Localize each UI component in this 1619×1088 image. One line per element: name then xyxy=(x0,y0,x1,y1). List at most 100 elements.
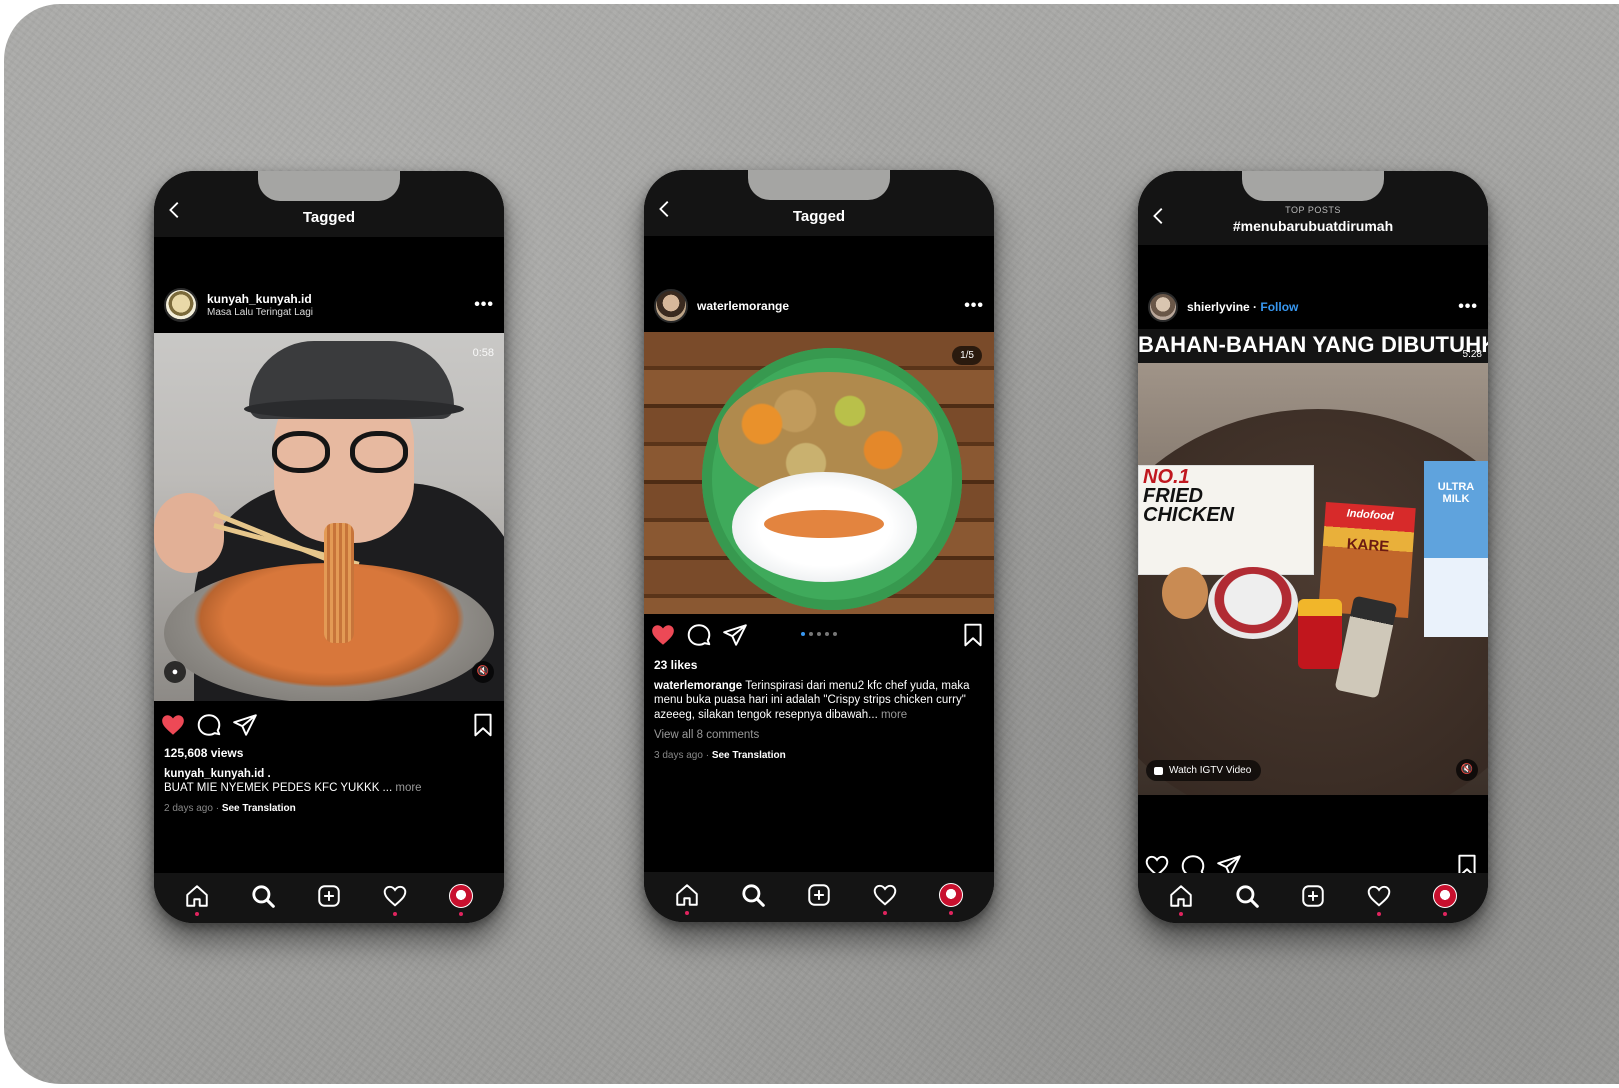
carousel-dot-active xyxy=(801,632,805,636)
video-hand xyxy=(154,493,224,573)
comment-icon[interactable] xyxy=(686,622,712,648)
igtv-icon xyxy=(1154,766,1163,775)
carousel-indicator xyxy=(801,632,837,636)
post-video[interactable]: 0:58 ● 🔇 xyxy=(154,333,504,701)
avatar[interactable] xyxy=(1148,292,1178,322)
plus-square-icon[interactable] xyxy=(315,882,343,910)
follow-button[interactable]: Follow xyxy=(1260,300,1298,314)
profile-tab[interactable] xyxy=(447,882,475,916)
page-title: Tagged xyxy=(302,209,356,226)
notification-dot xyxy=(393,912,397,916)
post-username[interactable]: waterlemorange xyxy=(697,299,789,313)
bookmark-icon[interactable] xyxy=(960,622,986,648)
more-horizontal-icon[interactable]: ••• xyxy=(1458,298,1478,316)
heart-outline-icon[interactable] xyxy=(381,882,409,916)
mute-icon[interactable]: 🔇 xyxy=(1456,759,1478,781)
pack-brand: Indofood xyxy=(1346,507,1395,523)
notification-dot xyxy=(1443,912,1447,916)
send-icon[interactable] xyxy=(232,712,258,738)
see-translation-link[interactable]: See Translation xyxy=(712,750,786,761)
post-header: waterlemorange ••• xyxy=(644,284,994,328)
post-location[interactable]: Masa Lalu Teringat Lagi xyxy=(207,307,313,318)
notification-dot xyxy=(1377,912,1381,916)
post-caption: kunyah_kunyah.id . BUAT MIE NYEMEK PEDES… xyxy=(164,767,494,796)
search-icon[interactable] xyxy=(249,882,277,910)
heart-outline-icon[interactable] xyxy=(1365,882,1393,916)
name-separator: · xyxy=(1253,300,1258,314)
avatar[interactable] xyxy=(164,288,198,322)
phone-top-posts-hashtag: TOP POSTS #menubarubuatdirumah shierlyvi… xyxy=(1138,171,1488,923)
post-username[interactable]: shierlyvine xyxy=(1187,300,1250,314)
notification-dot xyxy=(685,911,689,915)
caption-more-link[interactable]: more xyxy=(881,709,907,721)
caption-username[interactable]: kunyah_kunyah.id . xyxy=(164,768,271,780)
top-bar: Tagged xyxy=(644,170,994,236)
video-chicken-box: NO.1 FRIED CHICKEN xyxy=(1138,465,1314,575)
notification-dot xyxy=(1179,912,1183,916)
plus-square-icon[interactable] xyxy=(1299,882,1327,910)
phone-tagged-waterlemorange: Tagged waterlemorange ••• 1/5 23 likes w… xyxy=(644,170,994,922)
post-header: kunyah_kunyah.id Masa Lalu Teringat Lagi… xyxy=(154,283,504,327)
bottom-navigation xyxy=(644,872,994,922)
search-icon[interactable] xyxy=(1233,882,1261,910)
home-icon[interactable] xyxy=(673,881,701,915)
phone-tagged-kunyah: Tagged kunyah_kunyah.id Masa Lalu Tering… xyxy=(154,171,504,923)
watch-igtv-label: Watch IGTV Video xyxy=(1169,765,1252,776)
avatar[interactable] xyxy=(654,289,688,323)
profile-avatar xyxy=(939,883,963,907)
watch-igtv-button[interactable]: Watch IGTV Video xyxy=(1146,760,1262,781)
post-caption-block: 23 likes waterlemorange Terinspirasi dar… xyxy=(654,658,984,763)
carousel-dot xyxy=(825,632,829,636)
heart-icon[interactable] xyxy=(160,712,186,738)
notification-dot xyxy=(195,912,199,916)
post-meta: 2 days ago · See Translation xyxy=(164,802,296,814)
carousel-counter: 1/5 xyxy=(952,346,982,365)
video-glasses-left xyxy=(272,431,330,473)
home-icon[interactable] xyxy=(183,882,211,916)
plus-square-icon[interactable] xyxy=(805,881,833,909)
send-icon[interactable] xyxy=(722,622,748,648)
carousel-dot xyxy=(809,632,813,636)
box-label: NO.1 FRIED CHICKEN xyxy=(1143,467,1235,526)
video-person-cap-brim xyxy=(244,399,464,419)
more-horizontal-icon[interactable]: ••• xyxy=(474,296,494,314)
post-username[interactable]: kunyah_kunyah.id xyxy=(207,292,313,306)
more-horizontal-icon[interactable]: ••• xyxy=(964,297,984,315)
pack-name: KARE xyxy=(1346,535,1390,556)
user-tag-icon[interactable]: ● xyxy=(164,661,186,683)
view-count[interactable]: 125,608 views xyxy=(164,746,494,761)
profile-tab[interactable] xyxy=(937,881,965,915)
notification-dot xyxy=(459,912,463,916)
concrete-backdrop: Tagged kunyah_kunyah.id Masa Lalu Tering… xyxy=(4,4,1619,1084)
video-bowl xyxy=(1208,567,1298,639)
video-duration: 0:58 xyxy=(472,347,494,359)
search-icon[interactable] xyxy=(739,881,767,909)
box-label-line: CHICKEN xyxy=(1143,504,1235,526)
post-caption: waterlemorange Terinspirasi dari menu2 k… xyxy=(654,679,984,723)
post-caption-block: 125,608 views kunyah_kunyah.id . BUAT MI… xyxy=(164,746,494,816)
phone-notch xyxy=(748,170,890,200)
page-title: Tagged xyxy=(792,208,846,225)
post-timestamp: 2 days ago xyxy=(164,802,213,814)
like-count[interactable]: 23 likes xyxy=(654,658,984,673)
caption-username[interactable]: waterlemorange xyxy=(654,680,742,692)
mute-icon[interactable]: 🔇 xyxy=(472,661,494,683)
comment-icon[interactable] xyxy=(196,712,222,738)
notification-dot xyxy=(883,911,887,915)
see-translation-link[interactable]: See Translation xyxy=(222,803,296,814)
profile-tab[interactable] xyxy=(1431,882,1459,916)
view-comments-link[interactable]: View all 8 comments xyxy=(654,728,984,743)
post-image-carousel[interactable]: 1/5 xyxy=(644,332,994,614)
video-milk-carton: ULTRA MILK xyxy=(1424,461,1488,637)
bookmark-icon[interactable] xyxy=(470,712,496,738)
heart-icon[interactable] xyxy=(650,622,676,648)
home-icon[interactable] xyxy=(1167,882,1195,916)
post-header: shierlyvine · Follow ••• xyxy=(1138,285,1488,329)
bottom-navigation xyxy=(154,873,504,923)
heart-outline-icon[interactable] xyxy=(871,881,899,915)
page-kicker: TOP POSTS xyxy=(1285,205,1341,215)
profile-avatar xyxy=(449,884,473,908)
post-actions xyxy=(154,712,504,742)
post-igtv-video[interactable]: BAHAN-BAHAN YANG DIBUTUHKAN 5:28 NO.1 FR… xyxy=(1138,329,1488,795)
caption-more-link[interactable]: more xyxy=(395,782,421,794)
